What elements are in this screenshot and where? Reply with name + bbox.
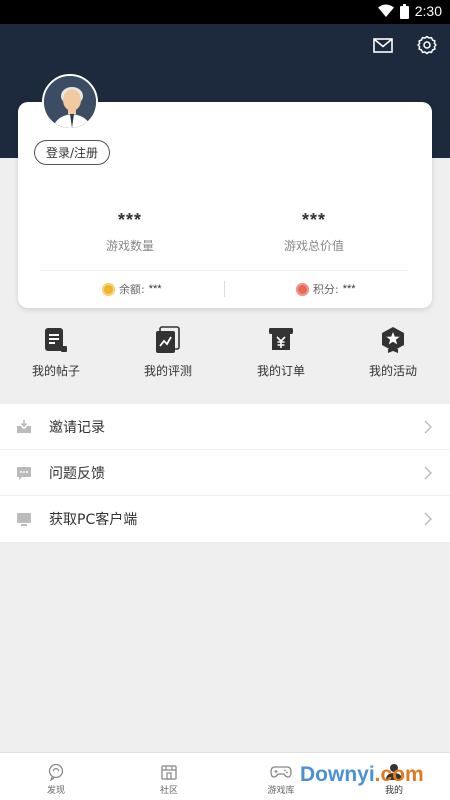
review-icon xyxy=(156,326,180,353)
quick-my-reviews-label: 我的评测 xyxy=(143,364,192,378)
balance-row[interactable]: 余额: *** xyxy=(102,281,162,297)
menu-get-pc-client-label: 获取PC客户端 xyxy=(49,512,138,528)
quick-my-posts-label: 我的帖子 xyxy=(31,364,80,378)
chevron-right-icon xyxy=(424,512,432,526)
card-vertical-divider xyxy=(224,281,225,297)
battery-icon xyxy=(399,3,409,19)
status-bar: 2:30 xyxy=(0,0,450,24)
game-count-value: *** xyxy=(117,210,142,230)
watermark: Downyi.com xyxy=(300,763,424,787)
discover-icon xyxy=(48,763,64,781)
menu-invite-records-label: 邀请记录 xyxy=(49,419,105,436)
order-icon xyxy=(269,328,293,350)
watermark-main: Downyi xyxy=(300,763,375,786)
game-total-value-value: *** xyxy=(301,210,326,230)
card-divider xyxy=(40,270,408,271)
balance-label: 余额: xyxy=(119,283,145,296)
activity-icon xyxy=(382,327,404,353)
menu-get-pc-client[interactable]: 获取PC客户端 xyxy=(0,496,450,542)
menu-invite-records[interactable]: 邀请记录 xyxy=(0,404,450,450)
tab-community[interactable]: 社区 xyxy=(139,763,199,796)
posts-icon xyxy=(45,328,67,352)
game-total-value-stat[interactable]: *** 游戏总价值 xyxy=(234,210,394,254)
community-icon xyxy=(161,765,177,780)
settings-menu: 邀请记录 问题反馈 获取PC客户端 xyxy=(0,404,450,542)
points-label: 积分: xyxy=(313,283,339,296)
points-value: *** xyxy=(342,283,356,295)
menu-feedback-label: 问题反馈 xyxy=(49,465,105,482)
watermark-tail: .com xyxy=(374,763,424,786)
quick-my-orders[interactable]: 我的订单 xyxy=(225,326,337,379)
chevron-right-icon xyxy=(424,466,432,480)
game-count-label: 游戏数量 xyxy=(105,239,154,253)
tab-community-label: 社区 xyxy=(159,786,178,796)
quick-my-activities-label: 我的活动 xyxy=(368,364,417,378)
points-row[interactable]: 积分: *** xyxy=(296,281,356,297)
login-register-button[interactable]: 登录/注册 xyxy=(34,140,110,165)
quick-my-activities[interactable]: 我的活动 xyxy=(337,326,449,379)
quick-my-reviews[interactable]: 我的评测 xyxy=(112,326,224,379)
quick-my-orders-label: 我的订单 xyxy=(256,364,305,378)
pc-icon xyxy=(17,513,31,526)
invite-icon xyxy=(17,420,31,433)
gamepad-icon xyxy=(270,766,292,778)
balance-value: *** xyxy=(148,283,162,295)
coin-icon xyxy=(102,282,115,296)
wifi-icon xyxy=(377,4,394,17)
tab-discover-label: 发现 xyxy=(46,786,65,796)
feedback-icon xyxy=(17,467,31,480)
profile-card xyxy=(18,102,432,308)
avatar[interactable] xyxy=(42,74,98,130)
settings-icon[interactable] xyxy=(416,34,438,56)
game-total-value-label: 游戏总价值 xyxy=(283,239,344,253)
menu-feedback[interactable]: 问题反馈 xyxy=(0,450,450,496)
points-icon xyxy=(296,282,309,296)
mail-icon[interactable] xyxy=(372,34,394,56)
quick-my-posts[interactable]: 我的帖子 xyxy=(0,326,112,379)
tab-discover[interactable]: 发现 xyxy=(26,763,86,796)
game-count-stat[interactable]: *** 游戏数量 xyxy=(50,210,210,254)
chevron-right-icon xyxy=(424,420,432,434)
status-time: 2:30 xyxy=(414,3,442,19)
